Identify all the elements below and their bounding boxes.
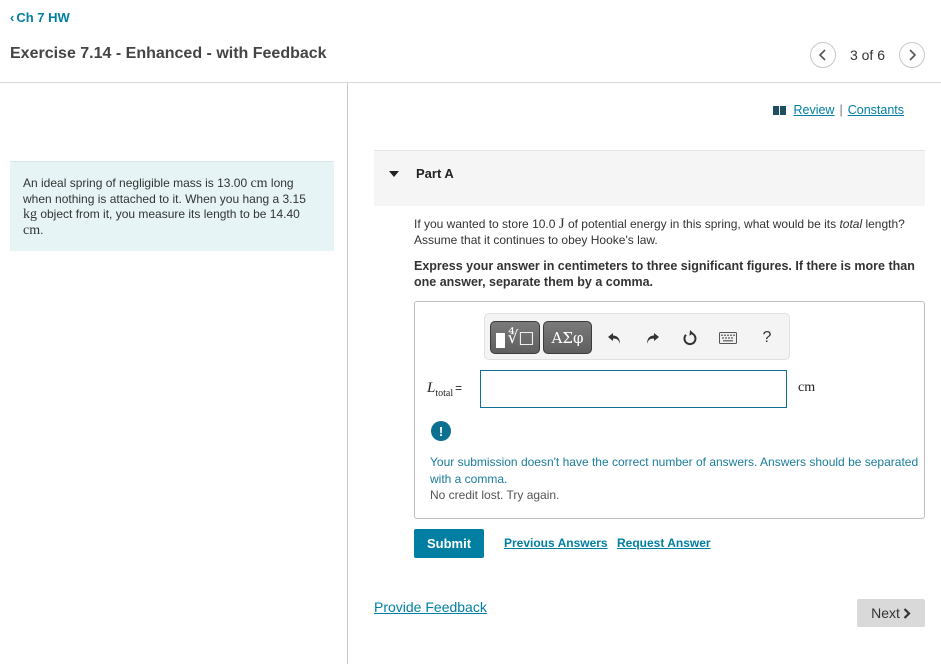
answer-variable-label: Ltotal = xyxy=(427,380,462,399)
collapse-triangle-icon xyxy=(389,171,399,177)
keyboard-icon xyxy=(719,332,737,344)
problem-text: object from it, you measure its length t… xyxy=(37,207,300,221)
constants-link[interactable]: Constants xyxy=(848,103,904,117)
problem-text: An ideal spring of negligible mass is 13… xyxy=(23,176,251,190)
question-segment: of potential energy in this spring, what… xyxy=(564,217,840,231)
request-answer-link[interactable]: Request Answer xyxy=(617,536,711,550)
greek-symbols-button[interactable]: ΑΣφ xyxy=(543,321,592,354)
next-item-button[interactable] xyxy=(899,42,925,68)
answer-unit: cm xyxy=(798,380,816,395)
next-label: Next xyxy=(871,605,900,621)
submit-button[interactable]: Submit xyxy=(414,529,484,558)
chevron-right-icon xyxy=(903,607,911,619)
answer-instructions: Express your answer in centimeters to th… xyxy=(414,259,915,289)
chevron-right-icon xyxy=(909,49,917,61)
templates-button[interactable]: ∜□ xyxy=(490,321,540,354)
feedback-note: No credit lost. Try again. xyxy=(430,488,560,502)
keyboard-button[interactable] xyxy=(718,328,738,348)
link-separator: | xyxy=(839,103,843,117)
pager-count: 3 of 6 xyxy=(849,47,885,63)
reset-icon xyxy=(683,330,697,346)
problem-text: . xyxy=(40,222,44,237)
column-divider xyxy=(347,83,348,664)
unit-math: kg xyxy=(23,207,37,222)
reset-button[interactable] xyxy=(680,328,700,348)
back-link-label: Ch 7 HW xyxy=(16,10,70,25)
question-emphasis: total xyxy=(839,217,863,231)
alert-icon: ! xyxy=(431,421,451,441)
part-label: Part A xyxy=(416,166,454,181)
provide-feedback-link[interactable]: Provide Feedback xyxy=(374,599,487,615)
chevron-left-icon xyxy=(818,49,826,61)
unit-math: cm xyxy=(23,222,41,238)
page-title: Exercise 7.14 - Enhanced - with Feedback xyxy=(10,45,327,62)
help-button[interactable]: ? xyxy=(757,328,777,348)
review-link[interactable]: Review xyxy=(793,103,834,117)
answer-panel: ∜□ ΑΣφ ? Ltotal = cm ! Your submission do… xyxy=(414,301,925,519)
undo-icon xyxy=(608,333,620,344)
question-text: If you wanted to store 10.0 J of potenti… xyxy=(414,216,914,248)
feedback-text: Your submission doesn't have the correct… xyxy=(430,455,919,486)
templates-icon xyxy=(495,333,505,348)
resource-links: Review | Constants xyxy=(773,103,904,117)
chevron-left-icon: ‹ xyxy=(10,10,15,25)
redo-button[interactable] xyxy=(642,328,662,348)
math-toolbar: ∜□ ΑΣφ ? xyxy=(484,313,790,360)
radical-icon: ∜□ xyxy=(507,327,535,348)
undo-button[interactable] xyxy=(605,328,625,348)
header-divider xyxy=(0,82,941,83)
part-a-header[interactable]: Part A xyxy=(374,150,925,206)
question-segment: If you wanted to store 10.0 xyxy=(414,217,559,231)
pager: 3 of 6 xyxy=(809,42,925,68)
unit-math: cm xyxy=(250,176,268,191)
variable-subscript: total xyxy=(435,388,454,399)
back-to-assignment-link[interactable]: ‹ Ch 7 HW xyxy=(10,10,70,25)
previous-item-button[interactable] xyxy=(809,42,836,68)
redo-icon xyxy=(647,333,659,344)
book-icon xyxy=(773,105,787,115)
feedback-message: Your submission doesn't have the correct… xyxy=(430,454,920,504)
equals-sign: = xyxy=(455,381,463,395)
previous-answers-link[interactable]: Previous Answers xyxy=(504,536,608,550)
next-button[interactable]: Next xyxy=(857,599,925,627)
problem-statement: An ideal spring of negligible mass is 13… xyxy=(10,161,334,251)
answer-input[interactable] xyxy=(480,370,787,408)
